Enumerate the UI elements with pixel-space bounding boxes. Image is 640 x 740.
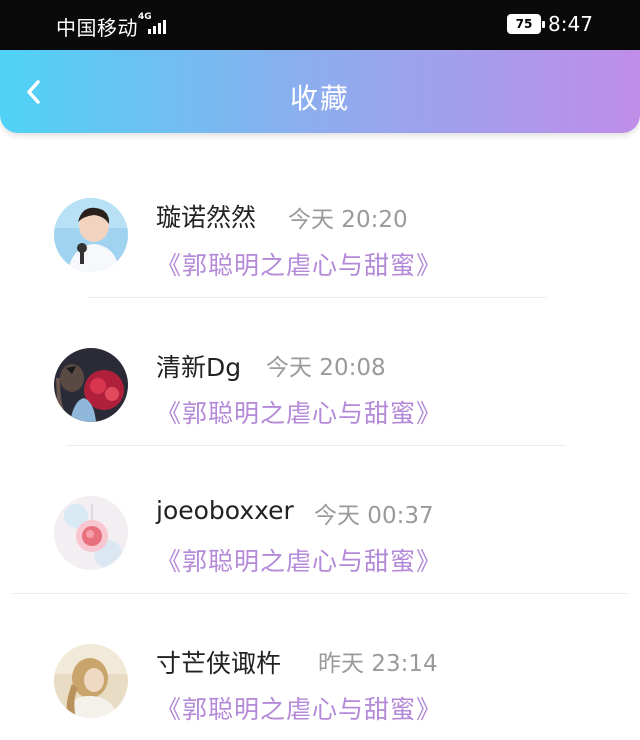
status-bar: 中国移动 4G 75 8:47 xyxy=(0,0,640,50)
username[interactable]: 璇诺然然 xyxy=(156,198,256,234)
story-title[interactable]: 《郭聪明之虐心与甜蜜》 xyxy=(156,246,442,282)
header-bar: 收藏 xyxy=(0,50,640,133)
avatar[interactable] xyxy=(54,644,128,718)
story-title[interactable]: 《郭聪明之虐心与甜蜜》 xyxy=(156,690,442,726)
list-item[interactable]: 清新Dg 今天 20:08 《郭聪明之虐心与甜蜜》 xyxy=(0,298,640,446)
username[interactable]: joeoboxxer xyxy=(156,496,294,525)
username[interactable]: 清新Dg xyxy=(156,348,241,384)
timestamp: 今天 00:37 xyxy=(314,503,434,529)
timestamp: 今天 20:20 xyxy=(288,207,408,233)
story-title[interactable]: 《郭聪明之虐心与甜蜜》 xyxy=(156,542,442,578)
carrier-name: 中国移动 xyxy=(56,16,138,40)
page-title: 收藏 xyxy=(289,82,350,115)
timestamp: 今天 20:08 xyxy=(266,355,386,381)
username[interactable]: 寸芒侠诹杵 xyxy=(156,644,281,680)
list-item[interactable]: 璇诺然然 今天 20:20 《郭聪明之虐心与甜蜜》 xyxy=(0,150,640,298)
story-title[interactable]: 《郭聪明之虐心与甜蜜》 xyxy=(156,394,442,430)
avatar[interactable] xyxy=(54,198,128,272)
avatar[interactable] xyxy=(54,348,128,422)
avatar[interactable] xyxy=(54,496,128,570)
clock: 8:47 xyxy=(548,12,593,36)
battery-icon: 75 xyxy=(507,14,545,34)
list-item[interactable]: 寸芒侠诹杵 昨天 23:14 《郭聪明之虐心与甜蜜》 xyxy=(0,594,640,740)
list-item[interactable]: joeoboxxer 今天 00:37 《郭聪明之虐心与甜蜜》 xyxy=(0,446,640,594)
signal-icon: 4G xyxy=(138,13,170,35)
battery-level: 75 xyxy=(515,17,533,31)
timestamp: 昨天 23:14 xyxy=(318,651,438,677)
